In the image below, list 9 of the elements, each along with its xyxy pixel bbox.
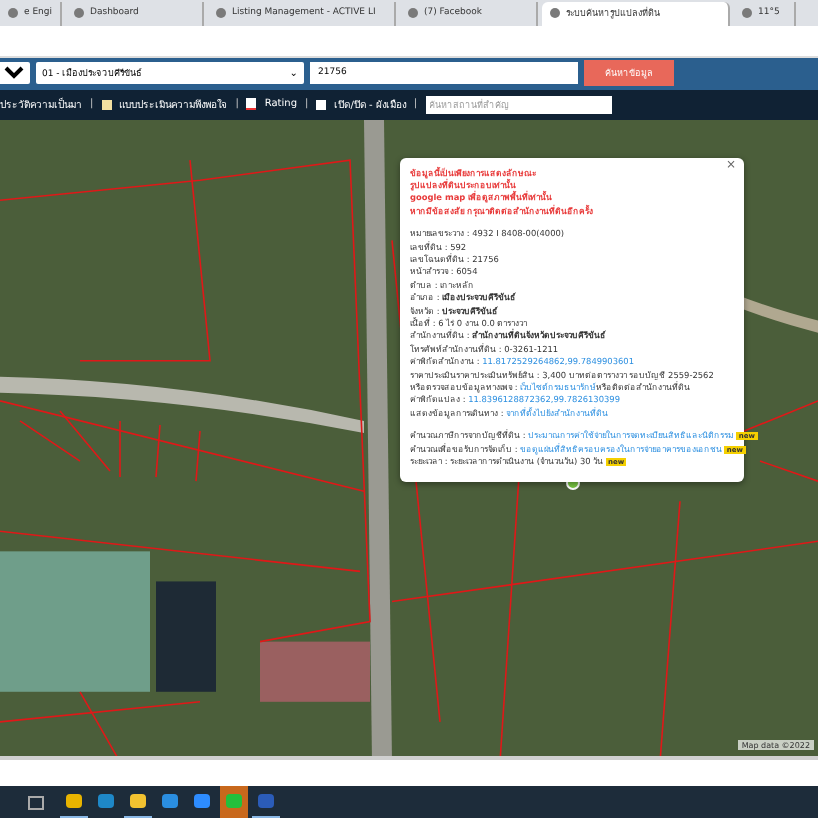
favicon-icon	[742, 8, 752, 19]
favicon-icon	[8, 8, 18, 19]
checkbox[interactable]	[316, 99, 327, 110]
dropdown[interactable]	[0, 62, 30, 85]
favicon-icon	[74, 8, 84, 19]
favicon-icon	[216, 8, 226, 19]
favicon-icon	[408, 8, 418, 19]
task-view-icon[interactable]	[28, 795, 44, 810]
favicon-icon	[550, 8, 560, 19]
